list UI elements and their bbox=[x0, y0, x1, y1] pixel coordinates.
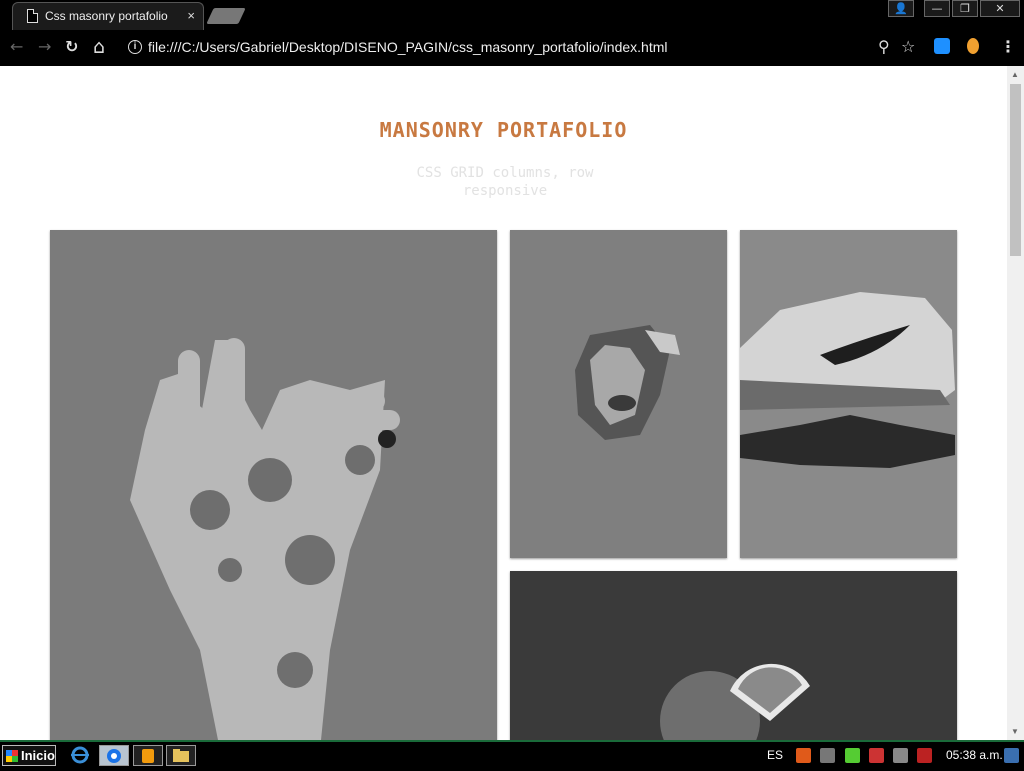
file-explorer-icon[interactable] bbox=[166, 745, 196, 766]
scroll-down-icon[interactable]: ▼ bbox=[1011, 727, 1019, 736]
minimize-button[interactable]: — bbox=[924, 0, 950, 17]
home-icon[interactable]: ⌂ bbox=[93, 38, 105, 57]
start-label: Inicio bbox=[21, 748, 55, 763]
profile-button[interactable]: 👤 bbox=[888, 0, 914, 17]
chrome-taskbar-icon[interactable] bbox=[99, 745, 129, 766]
language-indicator[interactable]: ES bbox=[767, 748, 783, 762]
close-window-button[interactable]: ✕ bbox=[980, 0, 1020, 17]
reload-icon[interactable]: ↻ bbox=[65, 38, 78, 56]
address-bar[interactable]: file:///C:/Users/Gabriel/Desktop/DISENO_… bbox=[148, 39, 667, 55]
scrollbar-thumb[interactable] bbox=[1010, 84, 1021, 256]
browser-toolbar: ← → ↻ ⌂ i file:///C:/Users/Gabriel/Deskt… bbox=[0, 30, 1024, 64]
network-icon[interactable] bbox=[893, 748, 908, 763]
back-icon[interactable]: ← bbox=[10, 38, 23, 56]
start-button[interactable]: Inicio bbox=[2, 745, 56, 766]
window-controls: 👤 — ❐ ✕ bbox=[888, 0, 1020, 17]
orange-photo bbox=[660, 663, 810, 740]
tab-close-icon[interactable]: × bbox=[187, 8, 195, 23]
flag-alert-icon[interactable] bbox=[917, 748, 932, 763]
windows-taskbar: Inicio ES 05:38 a.m. bbox=[0, 740, 1024, 768]
sneaker-photo-icon bbox=[740, 292, 955, 468]
zoom-icon[interactable]: ⚲ bbox=[878, 38, 890, 56]
volume-muted-icon[interactable] bbox=[820, 748, 835, 763]
new-tab-button[interactable] bbox=[206, 8, 246, 24]
show-desktop-icon[interactable] bbox=[1004, 748, 1019, 763]
clock[interactable]: 05:38 a.m. bbox=[946, 748, 1003, 762]
forward-icon[interactable]: → bbox=[38, 38, 51, 56]
sublime-text-icon[interactable] bbox=[133, 745, 163, 766]
vertical-scrollbar[interactable]: ▲ ▼ bbox=[1007, 66, 1024, 740]
xampp-icon[interactable] bbox=[796, 748, 811, 763]
page-title: MANSONRY PORTAFOLIO bbox=[379, 118, 628, 142]
tab-title: Css masonry portafolio bbox=[45, 9, 168, 23]
extension-chat-icon[interactable] bbox=[934, 38, 950, 54]
hands-glitter-photo bbox=[50, 230, 497, 740]
hands-photo bbox=[130, 338, 400, 740]
green-app-icon[interactable] bbox=[845, 748, 860, 763]
internet-explorer-icon[interactable] bbox=[66, 745, 96, 766]
scroll-up-icon[interactable]: ▲ bbox=[1011, 70, 1019, 79]
browser-tab[interactable]: Css masonry portafolio × bbox=[12, 2, 204, 30]
sneaker-photo bbox=[740, 230, 957, 558]
bookmark-star-icon[interactable]: ☆ bbox=[901, 38, 915, 56]
security-icon[interactable] bbox=[869, 748, 884, 763]
browser-chrome: Css masonry portafolio × 👤 — ❐ ✕ ← → ↻ ⌂… bbox=[0, 0, 1024, 66]
info-icon[interactable]: i bbox=[128, 40, 142, 54]
orange-fruit-photo bbox=[510, 571, 957, 740]
windows-logo-icon bbox=[6, 749, 18, 762]
document-icon bbox=[27, 9, 38, 23]
page-subtitle: CSS GRID columns, row responsive bbox=[416, 165, 594, 199]
page-content: MANSONRY PORTAFOLIO CSS GRID columns, ro… bbox=[0, 66, 1007, 740]
extension-orange-icon[interactable] bbox=[967, 38, 979, 54]
menu-icon[interactable]: ⋮ bbox=[1000, 38, 1016, 56]
restore-button[interactable]: ❐ bbox=[952, 0, 978, 17]
face-torn-paper-photo bbox=[510, 230, 727, 558]
face-photo bbox=[575, 325, 680, 440]
